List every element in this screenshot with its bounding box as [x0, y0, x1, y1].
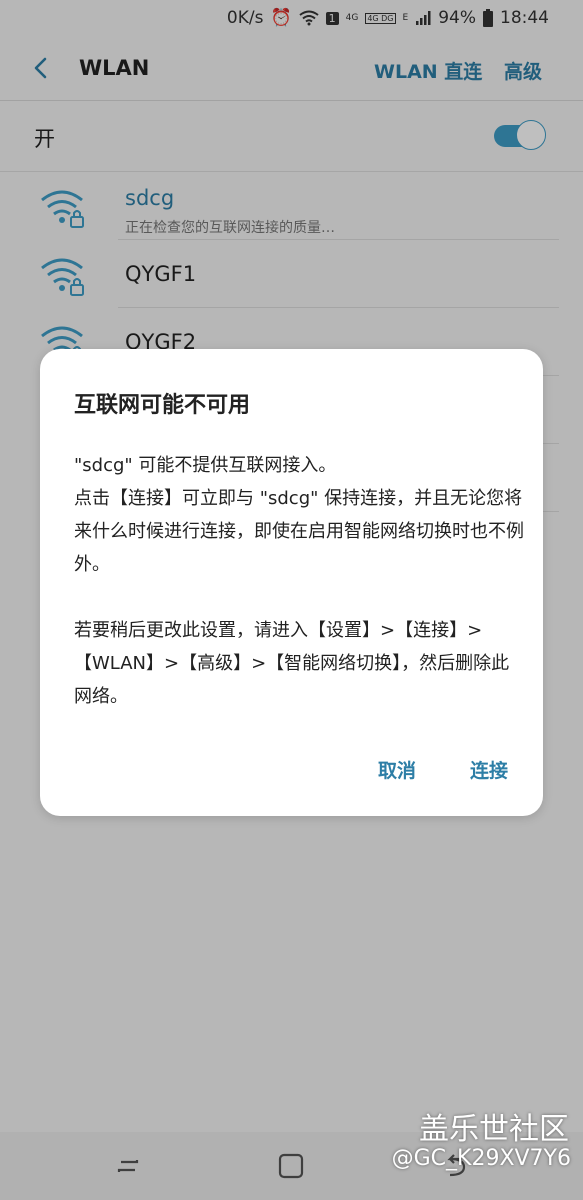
dialog-message-2: 若要稍后更改此设置，请进入【设置】>【连接】>【WLAN】>【高级】>【智能网络… [74, 620, 510, 707]
internet-unavailable-dialog: 互联网可能不可用 "sdcg" 可能不提供互联网接入。 点击【连接】可立即与 "… [40, 349, 543, 816]
cancel-button[interactable]: 取消 [378, 756, 416, 783]
connect-button[interactable]: 连接 [470, 756, 508, 783]
dialog-message-1: "sdcg" 可能不提供互联网接入。 点击【连接】可立即与 "sdcg" 保持连… [74, 455, 524, 575]
watermark-handle: @GC_K29XV7Y6 [391, 1146, 571, 1171]
dialog-title: 互联网可能不可用 [74, 393, 251, 418]
watermark-brand: 盖乐世社区 [419, 1112, 569, 1147]
